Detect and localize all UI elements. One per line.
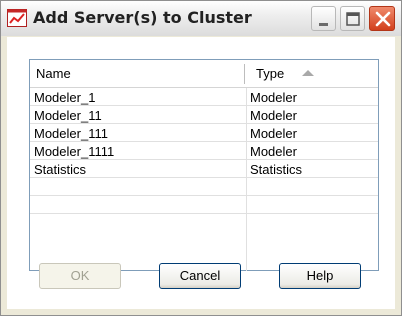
column-header-name[interactable]: Name xyxy=(36,60,236,87)
chart-line-icon xyxy=(7,9,27,27)
cancel-button[interactable]: Cancel xyxy=(159,263,241,289)
table-row[interactable]: Modeler_1 Modeler xyxy=(30,89,378,106)
table-row[interactable] xyxy=(30,197,378,214)
table-row[interactable]: Modeler_111 Modeler xyxy=(30,125,378,142)
column-header-label: Type xyxy=(256,66,285,81)
dialog-content: Name Type Modeler_1 Modeler Modeler_11 M… xyxy=(7,37,395,309)
close-button[interactable] xyxy=(369,6,395,31)
cell-name: Modeler_111 xyxy=(34,126,108,141)
cell-type: Modeler xyxy=(250,90,297,105)
cell-type: Modeler xyxy=(250,126,297,141)
maximize-icon xyxy=(346,12,360,26)
title-bar[interactable]: Add Server(s) to Cluster xyxy=(1,1,401,36)
table-row[interactable]: Statistics Statistics xyxy=(30,161,378,178)
cell-type: Modeler xyxy=(250,144,297,159)
minimize-button[interactable] xyxy=(311,6,336,31)
ok-button[interactable]: OK xyxy=(39,263,121,289)
cancel-button-label: Cancel xyxy=(179,268,221,283)
help-button[interactable]: Help xyxy=(279,263,361,289)
server-table[interactable]: Name Type Modeler_1 Modeler Modeler_11 M… xyxy=(29,59,379,271)
sort-ascending-icon xyxy=(301,70,314,76)
column-header-type[interactable]: Type xyxy=(256,60,376,87)
table-row[interactable]: Modeler_11 Modeler xyxy=(30,107,378,124)
cell-name: Statistics xyxy=(34,162,87,177)
close-icon xyxy=(375,11,391,27)
table-row[interactable]: Modeler_1111 Modeler xyxy=(30,143,378,160)
cell-name: Modeler_11 xyxy=(34,108,102,123)
cell-type: Modeler xyxy=(250,108,297,123)
column-divider[interactable] xyxy=(244,64,245,84)
dialog-window: Add Server(s) to Cluster Name Type Model… xyxy=(0,0,402,316)
cell-name: Modeler_1 xyxy=(34,90,96,105)
table-header: Name Type xyxy=(30,60,378,88)
minimize-icon xyxy=(319,23,328,26)
ok-button-label: OK xyxy=(70,268,90,283)
maximize-button[interactable] xyxy=(340,6,365,31)
cell-type: Statistics xyxy=(250,162,303,177)
cell-name: Modeler_1111 xyxy=(34,144,115,159)
table-row[interactable] xyxy=(30,179,378,196)
column-header-label: Name xyxy=(36,66,71,81)
window-title: Add Server(s) to Cluster xyxy=(33,8,252,27)
help-button-label: Help xyxy=(306,268,334,283)
